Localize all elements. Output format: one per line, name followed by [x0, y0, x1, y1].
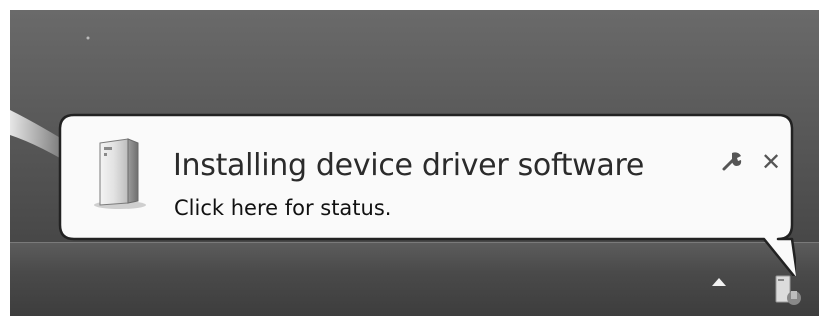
close-icon: ✕	[760, 148, 782, 176]
close-button[interactable]: ✕	[758, 149, 784, 175]
balloon-shape	[58, 113, 796, 276]
notification-title[interactable]: Installing device driver software	[173, 148, 644, 183]
device-tower-icon	[94, 138, 146, 209]
status-link[interactable]: Click here for status.	[174, 196, 391, 220]
notification-balloon[interactable]: Installing device driver software Click …	[58, 113, 796, 276]
device-install-tray-icon[interactable]	[770, 272, 806, 308]
desktop-screen: Installing device driver software Click …	[10, 10, 819, 316]
wrench-icon[interactable]	[720, 149, 746, 175]
show-hidden-icons-arrow-icon[interactable]	[712, 278, 726, 286]
